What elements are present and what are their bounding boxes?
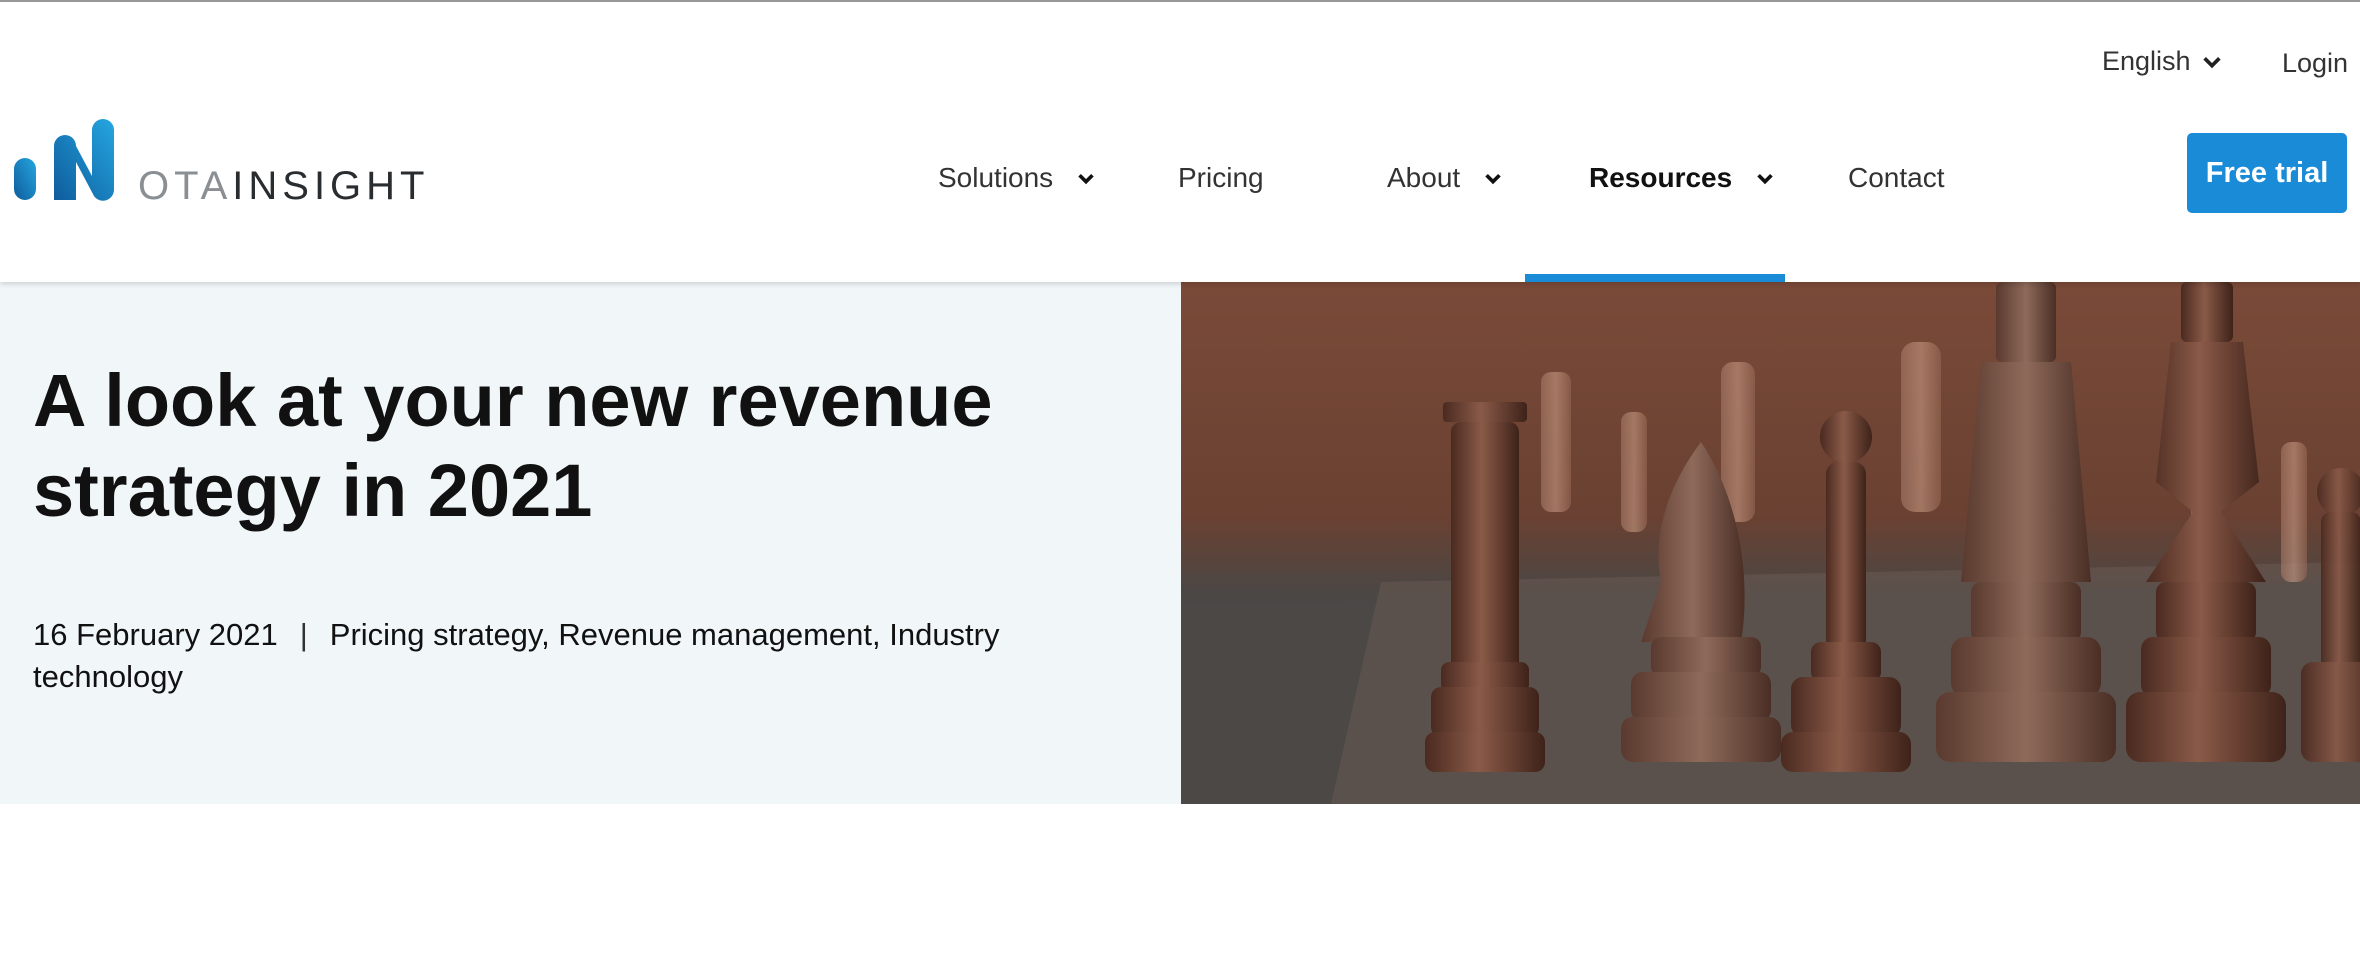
- nav-item-pricing[interactable]: Pricing: [1178, 162, 1264, 194]
- article-date: 16 February 2021: [33, 617, 278, 652]
- logo-mark-icon: [14, 119, 114, 201]
- language-selector[interactable]: English: [2102, 46, 2223, 77]
- hero-image-chess: [1181, 282, 2360, 804]
- meta-separator: |: [299, 617, 308, 652]
- article-hero: A look at your new revenue strategy in 2…: [0, 282, 2360, 804]
- active-nav-indicator: [1525, 274, 1785, 282]
- ota-insight-logo[interactable]: OTAINSIGHT: [12, 110, 432, 206]
- language-label: English: [2102, 46, 2191, 76]
- chevron-down-icon: [1757, 173, 1773, 185]
- logo-text-ota: OTA: [138, 164, 233, 208]
- free-trial-button[interactable]: Free trial: [2187, 133, 2347, 213]
- nav-label: Resources: [1589, 162, 1733, 193]
- nav-label: Contact: [1848, 162, 1945, 193]
- nav-item-contact[interactable]: Contact: [1848, 162, 1945, 194]
- logo-wordmark: OTAINSIGHT: [138, 166, 430, 206]
- nav-item-about[interactable]: About: [1387, 162, 1504, 194]
- nav-label: About: [1387, 162, 1461, 193]
- login-label: Login: [2282, 48, 2349, 78]
- nav-item-solutions[interactable]: Solutions: [938, 162, 1097, 194]
- login-link[interactable]: Login: [2282, 48, 2348, 79]
- chevron-down-icon: [2202, 56, 2221, 68]
- nav-label: Solutions: [938, 162, 1054, 193]
- article-title: A look at your new revenue strategy in 2…: [33, 359, 993, 532]
- site-header: OTAINSIGHT English Login Solutions Prici…: [0, 2, 2360, 282]
- chess-pieces-illustration: [1181, 282, 2360, 804]
- nav-item-resources[interactable]: Resources: [1589, 162, 1776, 194]
- article-meta: 16 February 2021 | Pricing strategy, Reven…: [33, 614, 1133, 698]
- logo-text-insight: INSIGHT: [232, 164, 430, 208]
- chevron-down-icon: [1485, 173, 1501, 185]
- nav-label: Pricing: [1178, 162, 1264, 193]
- chevron-down-icon: [1078, 173, 1094, 185]
